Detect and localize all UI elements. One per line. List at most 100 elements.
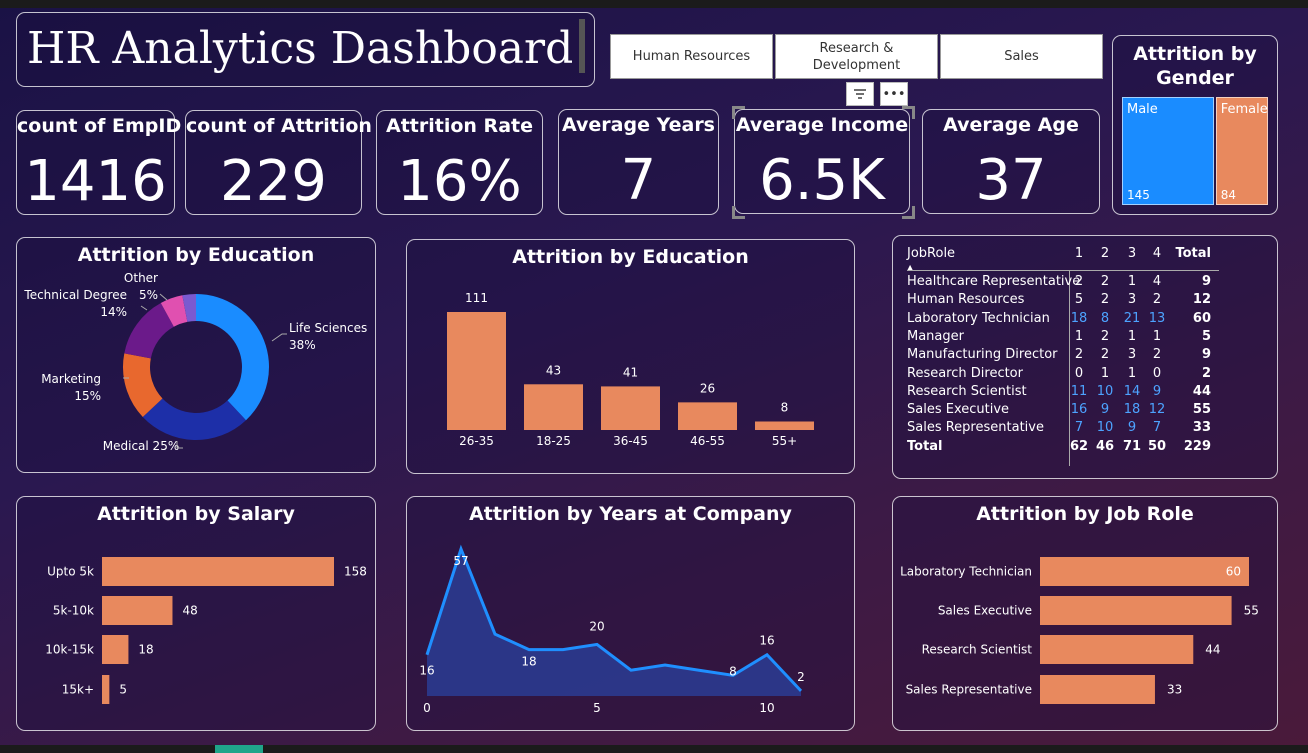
jobrole-card: Attrition by Job Role Laboratory Technic… bbox=[892, 496, 1278, 731]
matrix-rowlabel: Research Scientist bbox=[907, 383, 1027, 399]
kpi-label: Attrition Rate bbox=[386, 115, 533, 137]
matrix-cell: 11 bbox=[1070, 383, 1088, 399]
donut-slice bbox=[196, 294, 269, 421]
matrix-cell: 12 bbox=[1192, 292, 1211, 308]
matrix-cell: 2 bbox=[1201, 365, 1211, 381]
selection-handle[interactable] bbox=[732, 106, 745, 119]
bar-value-label: 41 bbox=[623, 365, 638, 379]
matrix-cell: 14 bbox=[1123, 383, 1141, 399]
matrix-cell: 2 bbox=[1100, 246, 1110, 261]
selection-handle[interactable] bbox=[732, 206, 745, 219]
matrix-cell: 9 bbox=[1201, 347, 1211, 363]
salary-card: Attrition by Salary Upto 5k 158 5k-10k 48 10… bbox=[16, 496, 376, 731]
bar bbox=[524, 384, 583, 430]
matrix-cell: 13 bbox=[1148, 310, 1166, 326]
bar bbox=[1040, 596, 1232, 625]
bar-value-label: 5 bbox=[119, 683, 127, 697]
y-tick-label: 15k+ bbox=[62, 683, 94, 697]
bar-value-label: 111 bbox=[465, 291, 488, 305]
bar-value-label: 43 bbox=[546, 363, 561, 377]
kpi-average-income[interactable]: Average Income 6.5K bbox=[734, 109, 910, 214]
page-tab[interactable] bbox=[215, 745, 263, 753]
donut-slice bbox=[142, 398, 246, 440]
donut-label: Medical 25% bbox=[103, 439, 179, 453]
data-label: 57 bbox=[453, 554, 468, 568]
data-label: 8 bbox=[729, 664, 737, 678]
matrix-cell: 7 bbox=[1074, 420, 1084, 436]
matrix-cell: 55 bbox=[1192, 402, 1211, 418]
selection-handle[interactable] bbox=[902, 106, 915, 119]
donut-label: 15% bbox=[74, 389, 101, 403]
matrix-rowlabel: Healthcare Representative bbox=[907, 274, 1081, 289]
title-scrollbar[interactable] bbox=[579, 19, 585, 73]
top-window-bar bbox=[0, 0, 1308, 8]
bar bbox=[102, 635, 129, 664]
filter-icon[interactable] bbox=[846, 82, 874, 106]
donut-label: Technical Degree bbox=[23, 288, 127, 302]
jobrole-matrix-card: JobRole 1 2 3 4 Total ▲ Healthcare Representati… bbox=[892, 235, 1278, 479]
kpi-average-years: Average Years 7 bbox=[558, 109, 719, 215]
kpi-label: count of EmpID bbox=[17, 115, 182, 137]
matrix-rowlabel: Laboratory Technician bbox=[907, 310, 1050, 326]
matrix-cell: 50 bbox=[1147, 438, 1167, 454]
bar bbox=[755, 421, 814, 430]
education-donut-chart: Life Sciences 38% Medical 25% Marketing 15% T… bbox=[23, 271, 367, 453]
kpi-count-empid: count of EmpID 1416 bbox=[16, 110, 182, 215]
y-tick-label: Laboratory Technician bbox=[900, 565, 1032, 579]
treemap-value: 145 bbox=[1127, 188, 1150, 202]
matrix-cell: 9 bbox=[1100, 402, 1110, 418]
bar-value-label: 33 bbox=[1167, 683, 1182, 697]
donut-label: 5% bbox=[139, 288, 158, 302]
matrix-cell: 1 bbox=[1127, 328, 1137, 344]
matrix-cell: 1 bbox=[1074, 328, 1084, 344]
x-tick-label: 5 bbox=[593, 701, 601, 715]
slicer-sales[interactable]: Sales bbox=[940, 34, 1103, 79]
slicer-human-resources[interactable]: Human Resources bbox=[610, 34, 773, 79]
more-options-icon[interactable]: ••• bbox=[880, 82, 908, 106]
treemap-cell-male: Male 145 bbox=[1122, 97, 1214, 205]
bar bbox=[1040, 557, 1249, 586]
kpi-value: 37 bbox=[975, 148, 1047, 213]
matrix-cell: 2 bbox=[1074, 347, 1084, 363]
bar-value-label: 26 bbox=[700, 381, 715, 395]
matrix-cell: 1 bbox=[1100, 365, 1110, 381]
page-title: HR Analytics Dashboard bbox=[27, 23, 574, 74]
y-tick-label: Research Scientist bbox=[922, 643, 1033, 657]
education-bar-card: Attrition by Education 111 26-35 43 18-25 41… bbox=[406, 239, 855, 474]
matrix-rowlabel: Research Director bbox=[907, 365, 1023, 381]
matrix-cell: 2 bbox=[1100, 274, 1110, 289]
selection-handle[interactable] bbox=[902, 206, 915, 219]
x-tick-label: 26-35 bbox=[459, 434, 494, 448]
slicer-research-development[interactable]: Research & Development bbox=[775, 34, 938, 79]
kpi-average-age: Average Age 37 bbox=[922, 109, 1100, 214]
bottom-window-bar bbox=[0, 745, 1308, 753]
years-area-chart: 1657182081620 5 10 bbox=[419, 544, 805, 715]
bar-value-label: 44 bbox=[1205, 643, 1220, 657]
bar-value-label: 48 bbox=[182, 604, 197, 618]
bar bbox=[678, 402, 737, 430]
bar bbox=[102, 596, 173, 625]
data-label: 18 bbox=[521, 655, 536, 669]
matrix-cell: 2 bbox=[1152, 292, 1162, 308]
kpi-value: 6.5K bbox=[759, 148, 885, 213]
bar bbox=[1040, 635, 1194, 664]
kpi-value: 7 bbox=[620, 148, 657, 213]
matrix-cell: 44 bbox=[1192, 383, 1211, 399]
matrix-cell: 2 bbox=[1100, 328, 1110, 344]
title-card: HR Analytics Dashboard bbox=[16, 12, 595, 87]
kpi-label: count of Attrition bbox=[186, 115, 372, 137]
matrix-cell: 5 bbox=[1201, 328, 1211, 344]
matrix-cell: 8 bbox=[1100, 310, 1110, 326]
bar-value-label: 158 bbox=[344, 565, 367, 579]
kpi-label: Average Income bbox=[735, 114, 909, 136]
y-tick-label: 10k-15k bbox=[45, 643, 94, 657]
bar-value-label: 8 bbox=[781, 400, 789, 414]
matrix-rowlabel: JobRole bbox=[907, 246, 956, 261]
education-bar-chart: 111 26-35 43 18-25 41 36-45 26 46-55 8 55+ bbox=[447, 291, 814, 448]
matrix-cell: 10 bbox=[1096, 383, 1114, 399]
matrix-cell: 60 bbox=[1192, 310, 1211, 326]
kpi-value: 229 bbox=[220, 149, 327, 214]
bar bbox=[1040, 675, 1155, 704]
education-donut-card: Attrition by Education Life Sciences 38% M… bbox=[16, 237, 376, 473]
matrix-cell: 0 bbox=[1074, 365, 1084, 381]
